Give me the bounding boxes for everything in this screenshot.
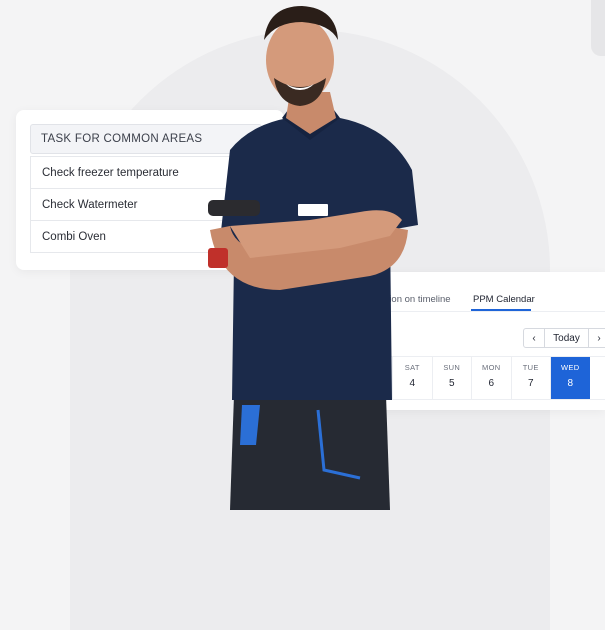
calendar-day[interactable]: MON 6: [471, 357, 511, 399]
today-button[interactable]: Today: [545, 328, 588, 348]
calendar-day-selected[interactable]: WED 8: [550, 357, 590, 399]
tab-ppm-calendar[interactable]: PPM Calendar: [473, 294, 535, 305]
corner-panel: [591, 0, 605, 56]
task-section-title: TASK FOR COMMON AREAS: [41, 133, 203, 145]
calendar-day[interactable]: SUN 5: [431, 357, 472, 399]
next-button[interactable]: ›: [588, 328, 605, 348]
calendar-day[interactable]: TUE 7: [510, 357, 551, 399]
prev-button[interactable]: ‹: [523, 328, 545, 348]
technician-photo: [208, 6, 418, 510]
